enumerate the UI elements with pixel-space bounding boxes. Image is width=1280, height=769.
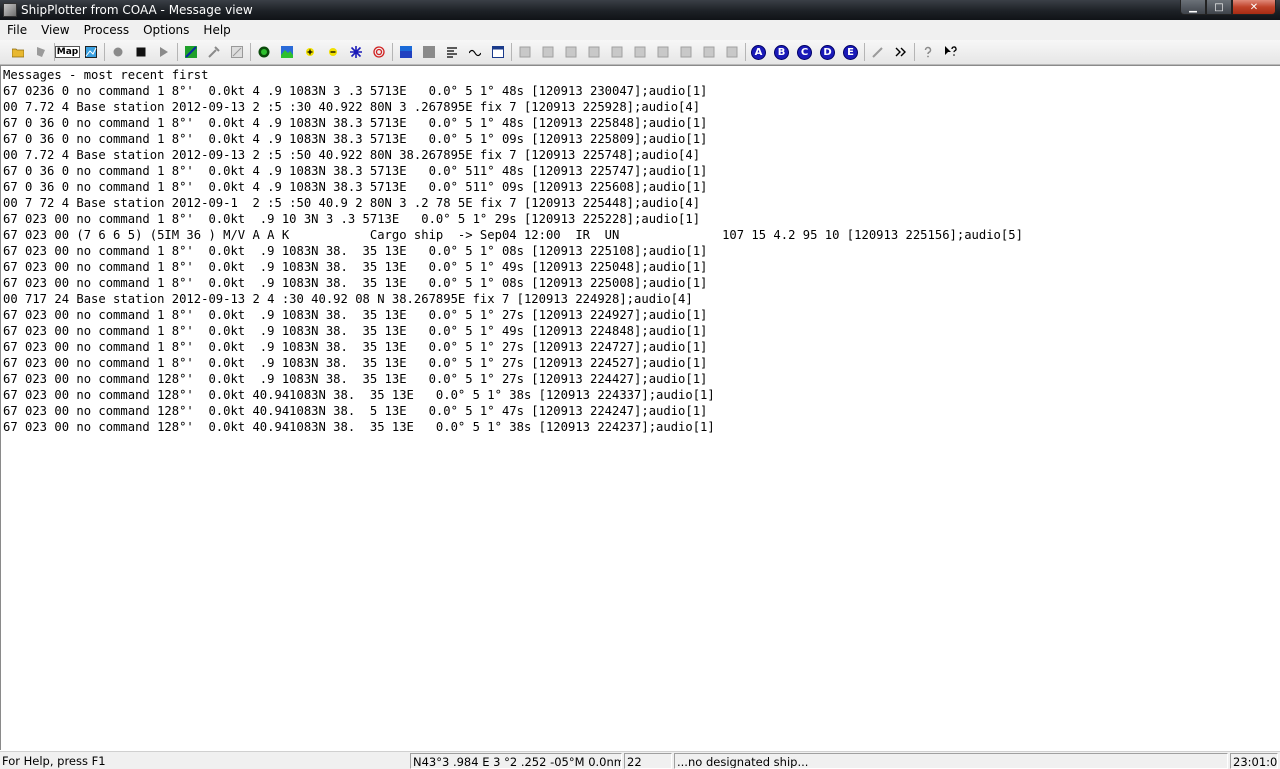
status-message-count: 22: [624, 753, 672, 769]
zoom-out-icon[interactable]: [321, 42, 344, 62]
group-b-label: B: [774, 44, 789, 60]
message-line: 00 7 72 4 Base station 2012-09-1 2 :5 :5…: [3, 196, 701, 210]
message-line: 67 023 00 no command 128°' 0.0kt 40.9410…: [3, 420, 715, 434]
menu-help[interactable]: Help: [196, 20, 237, 40]
globe-icon[interactable]: [252, 42, 275, 62]
status-designated-ship: ...no designated ship...: [674, 753, 1228, 769]
map-button[interactable]: Map: [54, 42, 81, 62]
message-line: 00 717 24 Base station 2012-09-13 2 4 :3…: [3, 292, 693, 306]
message-line: 67 023 00 (7 6 6 5) (5IM 36 ) M/V A A K …: [3, 228, 1023, 242]
status-position: N43°3 .984 E 3 °2 .252 -05°M 0.0nm: [410, 753, 622, 769]
group-d-label: D: [820, 44, 835, 60]
maximize-button[interactable]: □: [1206, 0, 1232, 15]
minimize-button[interactable]: ▁: [1180, 0, 1206, 15]
filter-10-icon[interactable]: [720, 42, 743, 62]
message-line: 67 023 00 no command 1 8°' 0.0kt .9 1083…: [3, 308, 708, 322]
title-bar: ShipPlotter from COAA - Message view ▁ □…: [0, 0, 1280, 20]
message-line: 67 023 00 no command 1 8°' 0.0kt .9 1083…: [3, 324, 708, 338]
message-line: 67 023 00 no command 1 8°' 0.0kt .9 1083…: [3, 340, 708, 354]
app-icon[interactable]: [3, 3, 17, 17]
menu-view[interactable]: View: [34, 20, 76, 40]
map-label: Map: [54, 46, 81, 58]
tools-icon[interactable]: [202, 42, 225, 62]
filter-9-icon[interactable]: [697, 42, 720, 62]
save-icon[interactable]: [29, 42, 52, 62]
message-line: 67 0 36 0 no command 1 8°' 0.0kt 4 .9 10…: [3, 132, 708, 146]
menu-file[interactable]: File: [0, 20, 34, 40]
message-line: 67 023 00 no command 1 8°' 0.0kt .9 1083…: [3, 276, 708, 290]
message-line: 67 0236 0 no command 1 8°' 0.0kt 4 .9 10…: [3, 84, 708, 98]
align-left-icon[interactable]: [440, 42, 463, 62]
menu-process[interactable]: Process: [77, 20, 137, 40]
group-a-label: A: [751, 44, 766, 60]
target-icon[interactable]: [367, 42, 390, 62]
filter-6-icon[interactable]: [628, 42, 651, 62]
terrain-icon[interactable]: [275, 42, 298, 62]
filter-3-icon[interactable]: [559, 42, 582, 62]
help-icon[interactable]: [916, 42, 939, 62]
pen-icon[interactable]: [866, 42, 889, 62]
status-clock: 23:01:03: [1230, 753, 1278, 769]
chevron-right-icon[interactable]: [889, 42, 912, 62]
wave-icon[interactable]: [463, 42, 486, 62]
menu-bar: File View Process Options Help: [0, 20, 1280, 40]
filter-1-icon[interactable]: [513, 42, 536, 62]
filter-4-icon[interactable]: [582, 42, 605, 62]
group-c-label: C: [797, 44, 812, 60]
message-line: 67 0 36 0 no command 1 8°' 0.0kt 4 .9 10…: [3, 116, 708, 130]
compass-icon[interactable]: [344, 42, 367, 62]
status-help-text: For Help, press F1: [2, 754, 106, 768]
message-line: 00 7.72 4 Base station 2012-09-13 2 :5 :…: [3, 100, 701, 114]
resize-icon[interactable]: [225, 42, 248, 62]
close-button[interactable]: ✕: [1232, 0, 1276, 15]
group-c-button[interactable]: C: [793, 42, 816, 62]
status-bar: For Help, press F1 N43°3 .984 E 3 °2 .25…: [0, 751, 1280, 769]
message-line: 67 023 00 no command 1 8°' 0.0kt .9 1083…: [3, 356, 708, 370]
message-line: 00 7.72 4 Base station 2012-09-13 2 :5 :…: [3, 148, 701, 162]
filter-8-icon[interactable]: [674, 42, 697, 62]
message-line: 67 023 00 no command 1 8°' 0.0kt .9 1083…: [3, 244, 708, 258]
message-line: 67 023 00 no command 128°' 0.0kt .9 1083…: [3, 372, 708, 386]
message-line: 67 023 00 no command 128°' 0.0kt 40.9410…: [3, 404, 708, 418]
message-line: 67 0 36 0 no command 1 8°' 0.0kt 4 .9 10…: [3, 164, 708, 178]
grey-square-icon[interactable]: [417, 42, 440, 62]
stop-icon[interactable]: [129, 42, 152, 62]
message-line: 67 023 00 no command 1 8°' 0.0kt .9 10 3…: [3, 212, 701, 226]
window-title: ShipPlotter from COAA - Message view: [21, 3, 253, 17]
message-line: 67 023 00 no command 1 8°' 0.0kt .9 1083…: [3, 260, 708, 274]
message-line: 67 0 36 0 no command 1 8°' 0.0kt 4 .9 10…: [3, 180, 708, 194]
chart-icon[interactable]: [79, 42, 102, 62]
toolbar: Map A B C D E: [0, 40, 1280, 65]
open-folder-icon[interactable]: [6, 42, 29, 62]
zoom-in-icon[interactable]: [298, 42, 321, 62]
filter-7-icon[interactable]: [651, 42, 674, 62]
track-icon[interactable]: [179, 42, 202, 62]
group-a-button[interactable]: A: [747, 42, 770, 62]
group-e-button[interactable]: E: [839, 42, 862, 62]
play-icon[interactable]: [152, 42, 175, 62]
message-line: 67 023 00 no command 128°' 0.0kt 40.9410…: [3, 388, 715, 402]
layers-icon[interactable]: [394, 42, 417, 62]
menu-options[interactable]: Options: [136, 20, 196, 40]
filter-2-icon[interactable]: [536, 42, 559, 62]
record-icon[interactable]: [106, 42, 129, 62]
filter-5-icon[interactable]: [605, 42, 628, 62]
window-controls: ▁ □ ✕: [1180, 0, 1276, 16]
window-icon[interactable]: [486, 42, 509, 62]
context-help-icon[interactable]: [939, 42, 962, 62]
group-b-button[interactable]: B: [770, 42, 793, 62]
message-view[interactable]: Messages - most recent first 67 0236 0 n…: [0, 65, 1280, 750]
messages-header: Messages - most recent first: [3, 68, 209, 82]
group-d-button[interactable]: D: [816, 42, 839, 62]
group-e-label: E: [843, 44, 858, 60]
